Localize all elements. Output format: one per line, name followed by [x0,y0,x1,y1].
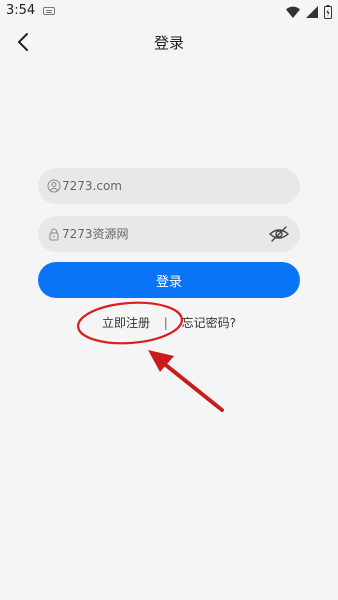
keyboard-icon [43,7,55,15]
link-separator: | [163,316,168,330]
battery-icon [324,5,332,19]
status-time: 3:54 [6,3,36,18]
annotation-overlay [77,301,224,412]
eye-off-icon[interactable] [268,224,290,244]
password-field[interactable] [38,216,300,252]
forgot-password-link[interactable]: 忘记密码? [182,316,236,330]
password-input[interactable] [62,216,272,252]
status-bar: 3:54 [0,0,338,24]
username-field[interactable] [38,168,300,204]
register-link[interactable]: 立即注册 [102,316,150,330]
auth-links: 立即注册 | 忘记密码? [0,314,338,331]
login-button[interactable]: 登录 [38,262,300,298]
username-input[interactable] [62,168,272,204]
user-icon [47,179,61,193]
lock-icon [49,228,59,241]
top-bar: 登录 [0,24,338,64]
system-icons [286,4,332,20]
page-title: 登录 [153,34,184,52]
annotation-arrow [148,350,224,412]
signal-icon [306,6,318,18]
wifi-icon [286,6,300,18]
